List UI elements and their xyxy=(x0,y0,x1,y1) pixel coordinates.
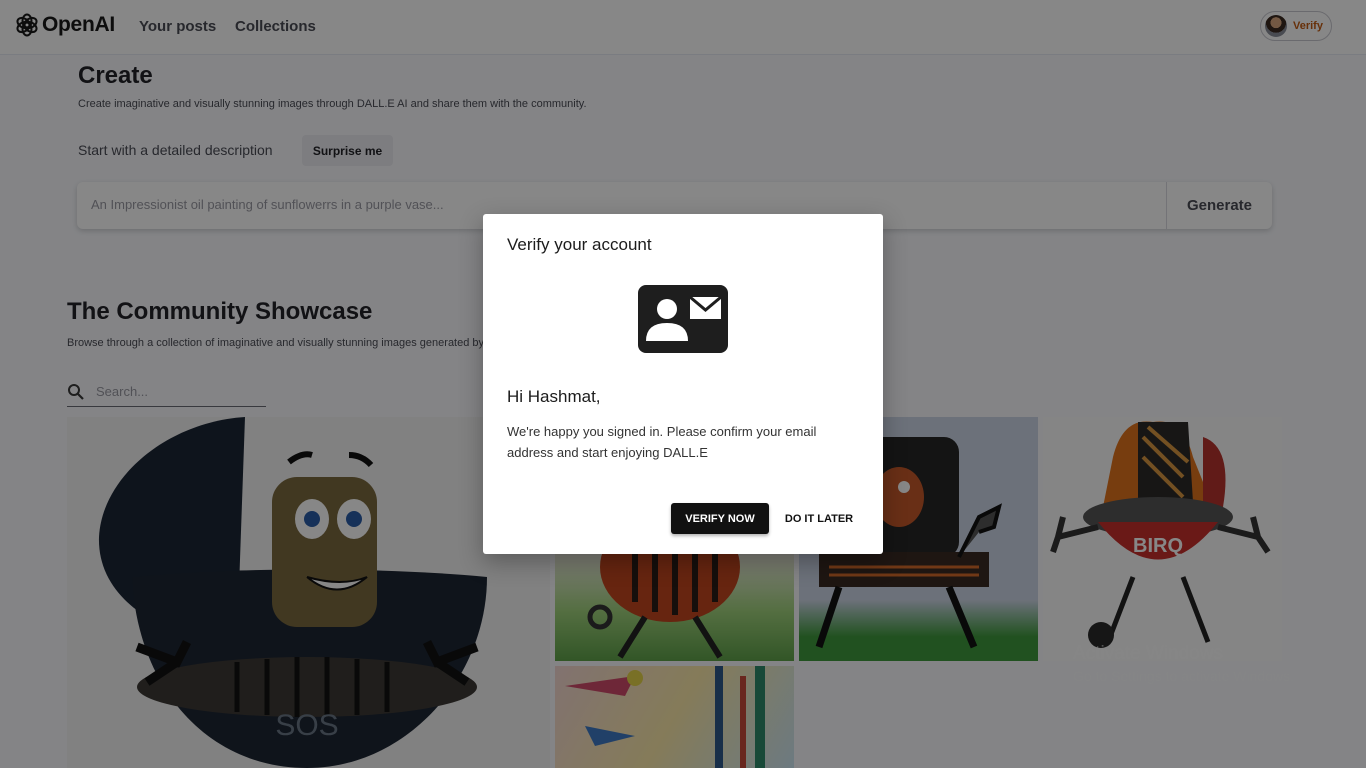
dialog-title: Verify your account xyxy=(507,235,652,254)
dialog-greeting: Hi Hashmat, xyxy=(507,387,601,406)
dialog-message: We're happy you signed in. Please confir… xyxy=(507,424,817,460)
contact-mail-icon xyxy=(638,285,728,353)
verify-account-dialog: Verify your account Hi Hashmat, We're ha… xyxy=(483,214,883,554)
verify-now-button[interactable]: VERIFY NOW xyxy=(671,503,769,534)
do-it-later-button[interactable]: DO IT LATER xyxy=(779,503,859,534)
